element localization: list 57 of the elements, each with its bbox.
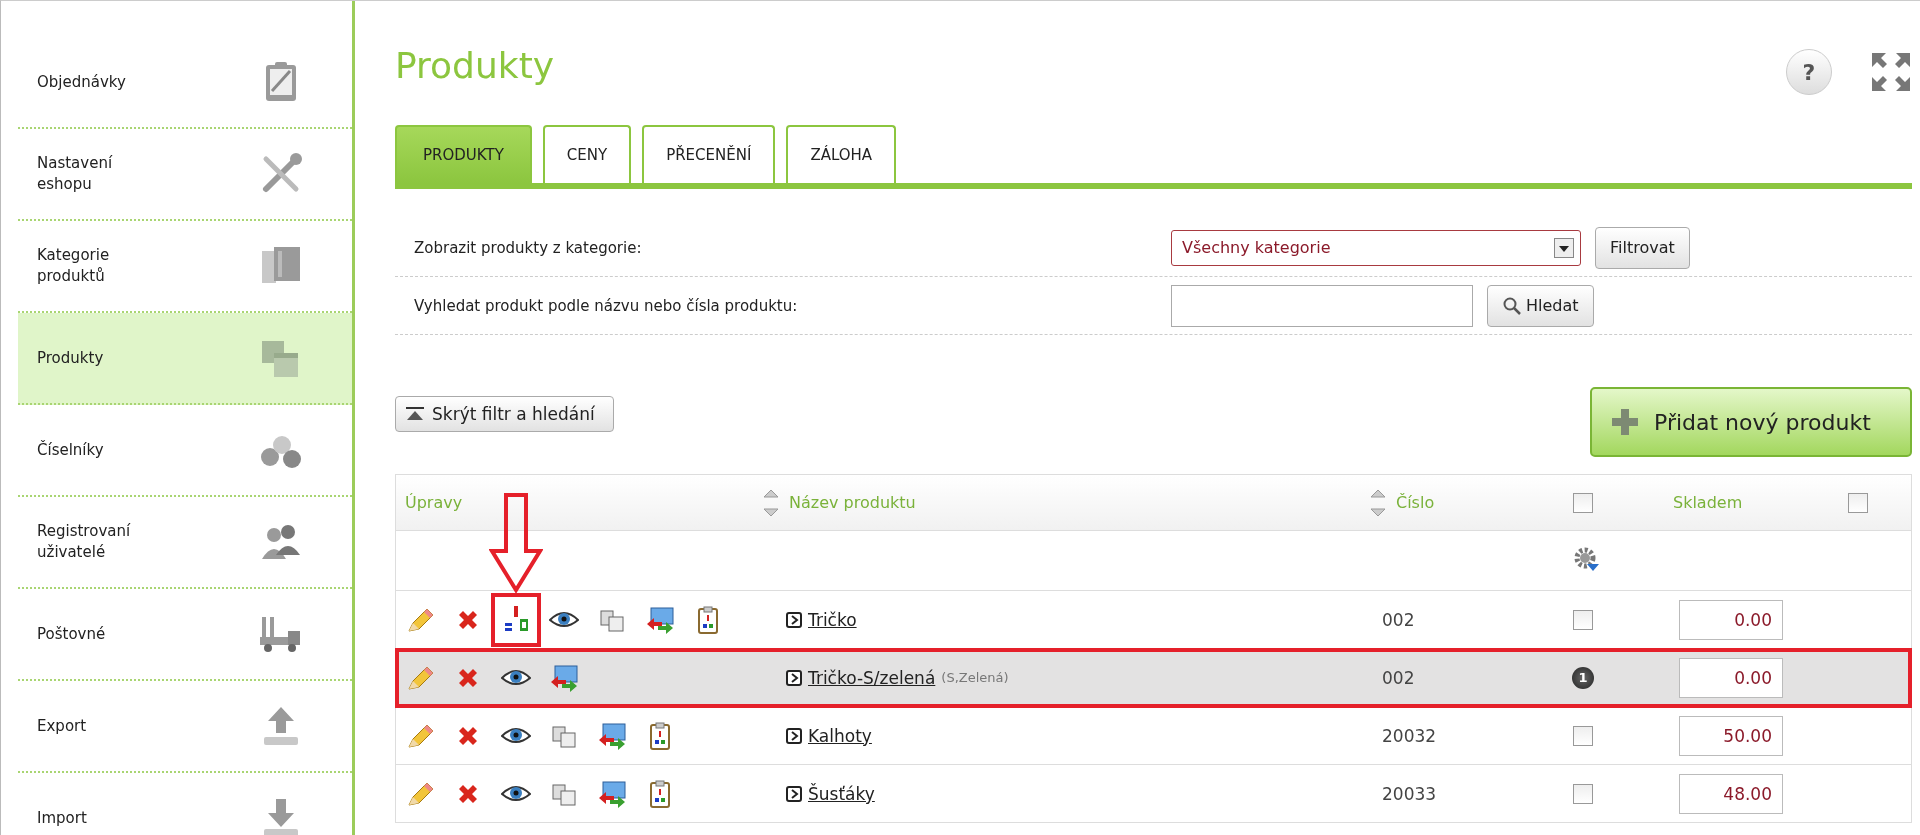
tab[interactable]: ZÁLOHA bbox=[786, 125, 897, 183]
product-number: 002 bbox=[1382, 609, 1415, 630]
checkbox[interactable] bbox=[1573, 492, 1593, 513]
checkbox[interactable] bbox=[1573, 725, 1593, 746]
sidebar-item[interactable]: Registrovaní uživatelé bbox=[18, 497, 352, 589]
transfer-icon[interactable] bbox=[597, 720, 627, 751]
transfer-icon[interactable] bbox=[645, 604, 675, 635]
variant-label: (S,Zelená) bbox=[941, 670, 1009, 685]
category-select[interactable]: Všechny kategorie bbox=[1171, 229, 1581, 266]
search-icon bbox=[1502, 295, 1522, 316]
gear-icon[interactable] bbox=[1573, 545, 1599, 572]
sidebar-item[interactable]: Poštovné bbox=[18, 589, 352, 681]
column-header: Název produktu bbox=[789, 493, 916, 512]
sidebar-item[interactable]: Produkty bbox=[18, 313, 352, 405]
help-button[interactable]: ? bbox=[1786, 49, 1832, 95]
product-number: 20032 bbox=[1382, 725, 1437, 746]
stock-field[interactable]: 50.00 bbox=[1679, 715, 1783, 756]
stock-field[interactable]: 0.00 bbox=[1679, 599, 1783, 640]
sidebar-item[interactable]: Import bbox=[18, 773, 352, 835]
column-header: Úpravy bbox=[405, 493, 463, 512]
page-title: Produkty bbox=[395, 44, 555, 88]
search-field[interactable] bbox=[1171, 284, 1473, 327]
hide-filter-button[interactable]: Skrýt filtr a hledání bbox=[395, 396, 614, 432]
expand-icon[interactable] bbox=[1870, 51, 1912, 93]
sidebar-item[interactable]: Číselníky bbox=[18, 405, 352, 497]
caret-icon bbox=[1554, 237, 1574, 258]
sort-icon[interactable] bbox=[1368, 487, 1388, 518]
product-link[interactable]: Šusťáky bbox=[808, 783, 875, 804]
column-header: Skladem bbox=[1673, 493, 1743, 512]
info-badge: 1 bbox=[1572, 666, 1594, 689]
checkbox[interactable] bbox=[1848, 492, 1868, 513]
transfer-icon[interactable] bbox=[549, 662, 579, 693]
filter-button[interactable]: Filtrovat bbox=[1595, 226, 1690, 269]
checkbox[interactable] bbox=[1573, 783, 1593, 804]
collapse-icon bbox=[406, 407, 424, 421]
checkbox[interactable] bbox=[1573, 609, 1593, 630]
search-label: Vyhledat produkt podle názvu nebo čísla produktu: bbox=[414, 296, 799, 315]
product-number: 20033 bbox=[1382, 783, 1437, 804]
tab[interactable]: PŘECENĚNÍ bbox=[642, 125, 776, 183]
filter-label: Zobrazit produkty z kategorie: bbox=[414, 238, 643, 257]
add-product-button[interactable]: Přidat nový produkt bbox=[1590, 387, 1912, 457]
transfer-icon[interactable] bbox=[597, 778, 627, 809]
product-link[interactable]: Tričko bbox=[808, 609, 857, 630]
sidebar-item[interactable]: Export bbox=[18, 681, 352, 773]
sidebar-item[interactable]: Nastavení eshopu bbox=[18, 129, 352, 221]
sort-icon[interactable] bbox=[761, 487, 781, 518]
product-link[interactable]: Tričko-S/zelená bbox=[808, 667, 936, 688]
column-header: Číslo bbox=[1396, 493, 1435, 512]
tab[interactable]: CENY bbox=[542, 125, 632, 183]
plus-icon bbox=[1610, 407, 1640, 437]
search-button[interactable]: Hledat bbox=[1487, 284, 1594, 327]
product-link[interactable]: Kalhoty bbox=[808, 725, 872, 746]
product-number: 002 bbox=[1382, 667, 1415, 688]
stock-field[interactable]: 0.00 bbox=[1679, 657, 1783, 698]
stock-field[interactable]: 48.00 bbox=[1679, 773, 1783, 814]
tab[interactable]: PRODUKTY bbox=[395, 125, 532, 183]
sidebar-item[interactable]: Objednávky bbox=[18, 37, 352, 129]
